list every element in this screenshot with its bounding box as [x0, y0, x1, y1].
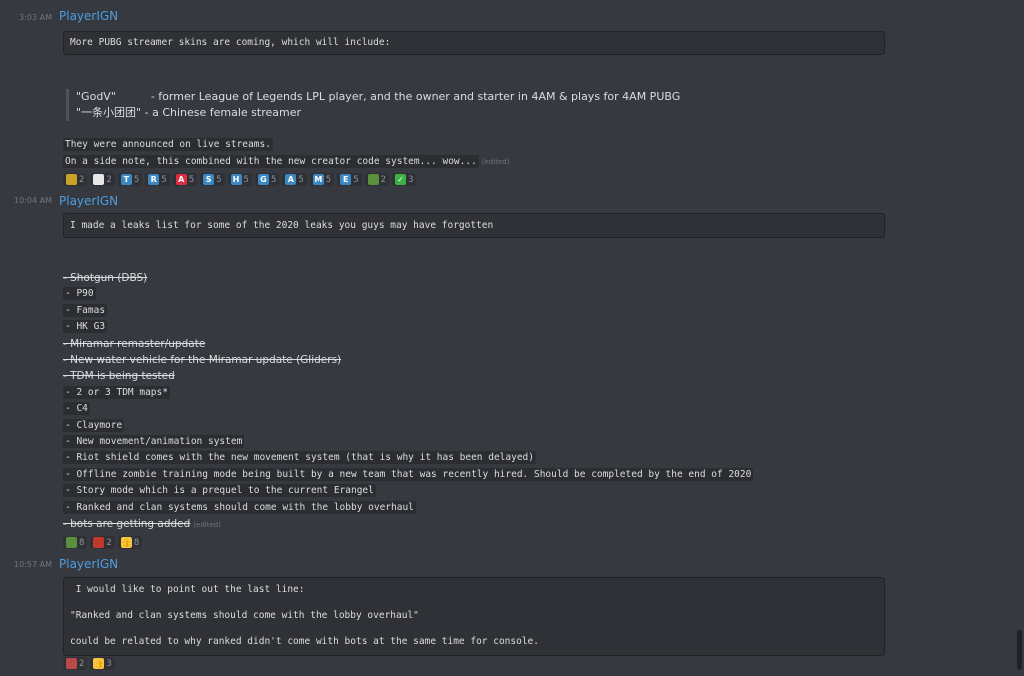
code-line: I would like to point out the last line:	[70, 584, 305, 595]
reaction-button[interactable]: A5	[172, 173, 198, 186]
reaction-count: 8	[133, 537, 140, 548]
reaction-count: 5	[243, 174, 249, 185]
leak-list-item: - New water vehicle for the Miramar upda…	[63, 354, 342, 366]
leak-list-item: - New movement/animation system	[63, 435, 245, 448]
message-line: They were announced on live streams.	[63, 138, 273, 151]
message-line: On a side note, this combined with the n…	[63, 155, 510, 168]
reaction-button[interactable]: T5	[117, 173, 143, 186]
reaction-button[interactable]: 👍 3	[90, 657, 115, 670]
reaction-count: 5	[270, 174, 277, 185]
pepe-green-icon	[66, 537, 77, 548]
letter-a-icon: A	[285, 174, 297, 185]
reaction-bar: 8 2 👍 8	[63, 536, 143, 549]
reaction-button[interactable]: E5	[337, 173, 362, 186]
reaction-count: 3	[408, 174, 414, 185]
code-line: could be related to why ranked didn't co…	[70, 636, 539, 647]
quote-line: "GodV" - former League of Legends LPL pl…	[76, 90, 681, 103]
letter-t-icon: T	[120, 174, 132, 185]
leak-list-item: - P90	[63, 287, 96, 301]
reaction-button[interactable]: A5	[282, 173, 307, 186]
reaction-button[interactable]: 2	[63, 657, 88, 670]
laughing-icon	[93, 537, 105, 548]
reaction-count: 2	[79, 174, 85, 185]
leak-list-item: - HK G3	[63, 320, 108, 334]
leak-list-item: - Famas	[63, 303, 108, 317]
edited-label: (edited)	[481, 158, 510, 166]
reaction-count: 5	[325, 174, 332, 185]
reaction-button[interactable]: 👍 8	[117, 536, 143, 549]
reaction-count: 2	[380, 174, 387, 185]
quote-line: "一条小团团" - a Chinese female streamer	[76, 106, 302, 119]
reaction-count: 8	[79, 537, 85, 548]
pepe-icon	[66, 174, 77, 185]
reaction-button[interactable]: M5	[309, 173, 335, 186]
reaction-bar: 2 👍 3	[63, 657, 115, 670]
leak-list-item: - Miramar remaster/update	[63, 337, 206, 350]
reaction-count: 5	[161, 174, 167, 185]
check-mark-icon: ✓	[395, 174, 407, 185]
scrollbar[interactable]	[1017, 630, 1022, 670]
reaction-button[interactable]: 2	[90, 536, 115, 549]
reaction-button[interactable]: 2	[364, 173, 390, 186]
leak-list-item: - Shotgun (DBS)	[63, 272, 148, 284]
pepe-green-icon	[367, 174, 379, 185]
reaction-button[interactable]: S5	[200, 173, 225, 186]
reaction-count: 3	[106, 658, 112, 669]
leak-list-item: - Riot shield comes with the new movemen…	[63, 451, 536, 465]
reaction-count: 5	[133, 174, 140, 185]
message-timestamp: 10:04 AM	[14, 196, 52, 205]
flag-korea-icon	[93, 174, 105, 185]
code-block: I would like to point out the last line:…	[63, 577, 885, 656]
leak-list-item: - Ranked and clan systems should come wi…	[63, 500, 416, 514]
leak-list-item: - bots are getting added (edited)	[63, 518, 221, 530]
reaction-button[interactable]: 2	[90, 173, 115, 186]
reaction-button[interactable]: G5	[254, 173, 280, 186]
username[interactable]: PlayerIGN	[59, 557, 118, 571]
reaction-button[interactable]: ✓ 3	[392, 173, 417, 186]
letter-a-red-icon: A	[175, 174, 187, 185]
message-timestamp: 3:03 AM	[19, 13, 52, 22]
reaction-bar: 2 2 T 5 R 5 A 5 S 5 H 5 G 5 A 5 M 5 E 5 2 ✓ 3	[63, 173, 417, 186]
reaction-count: 5	[298, 174, 304, 185]
leak-list-item: - 2 or 3 TDM maps*	[63, 385, 170, 399]
leak-list-item: - C4	[63, 402, 90, 416]
code-block: I made a leaks list for some of the 2020…	[63, 213, 885, 238]
thumbs-up-icon: 👍	[93, 658, 105, 669]
message-timestamp: 10:57 AM	[14, 560, 52, 569]
block-quote: "GodV" - former League of Legends LPL pl…	[66, 89, 680, 121]
edited-label: (edited)	[193, 521, 221, 529]
thumbs-up-icon: 👍	[120, 537, 132, 548]
reaction-count: 2	[106, 174, 112, 185]
leak-list-item: - Claymore	[63, 418, 125, 432]
reaction-button[interactable]: 8	[63, 536, 88, 549]
letter-h-icon: H	[230, 174, 242, 185]
reaction-count: 5	[353, 174, 359, 185]
reaction-button[interactable]: 2	[63, 173, 88, 186]
reaction-count: 5	[188, 174, 195, 185]
leak-list-item: - Story mode which is a prequel to the c…	[63, 484, 376, 498]
letter-s-icon: S	[203, 174, 215, 185]
username[interactable]: PlayerIGN	[59, 9, 118, 23]
leak-list-item: - Offline zombie training mode being bui…	[63, 467, 754, 481]
letter-r-icon: R	[148, 174, 160, 185]
reaction-count: 2	[79, 658, 85, 669]
code-line: "Ranked and clan systems should come wit…	[70, 610, 419, 621]
reaction-button[interactable]: H5	[227, 173, 252, 186]
letter-m-icon: M	[312, 174, 324, 185]
reaction-count: 2	[106, 537, 112, 548]
username[interactable]: PlayerIGN	[59, 194, 118, 208]
leak-list-item: - TDM is being tested	[63, 370, 175, 383]
letter-g-icon: G	[257, 174, 269, 185]
pepe-red-icon	[66, 658, 77, 669]
code-block: More PUBG streamer skins are coming, whi…	[63, 31, 885, 55]
reaction-count: 5	[216, 174, 222, 185]
reaction-button[interactable]: R5	[145, 173, 170, 186]
letter-e-icon: E	[340, 174, 352, 185]
